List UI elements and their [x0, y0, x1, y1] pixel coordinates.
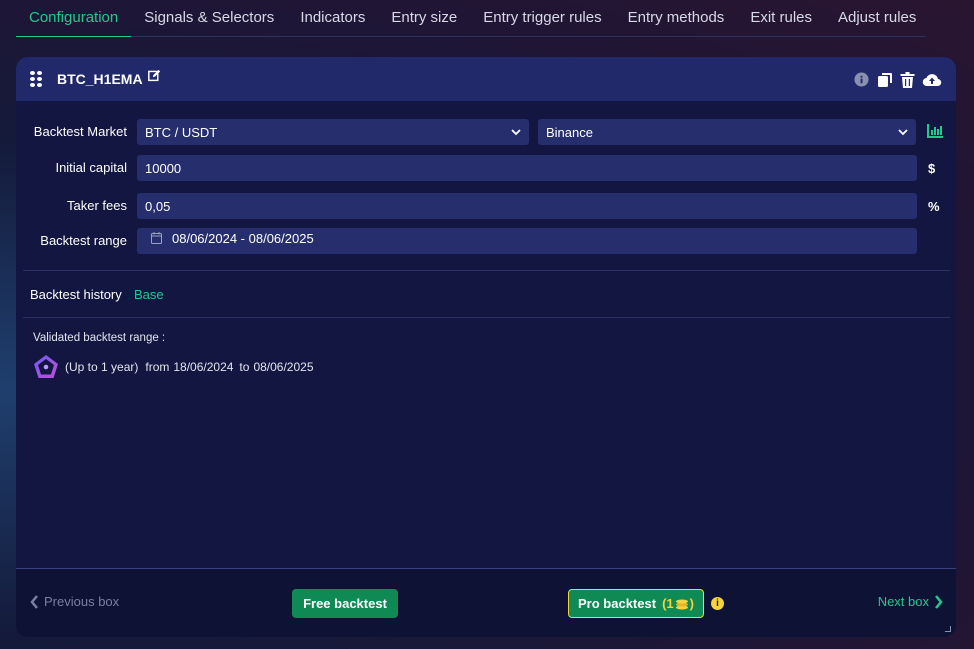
fees-unit: %	[928, 199, 940, 214]
pro-info-icon[interactable]: i	[711, 597, 724, 610]
validated-range-title: Validated backtest range :	[33, 332, 166, 344]
initial-capital-label: Initial capital	[55, 160, 127, 175]
from-date: 18/06/2024	[173, 360, 234, 374]
pentagon-badge-icon	[34, 355, 58, 378]
backtest-range-value: 08/06/2024 - 08/06/2025	[172, 230, 314, 246]
backtest-range-label: Backtest range	[40, 233, 127, 248]
initial-capital-value: 10000	[145, 161, 182, 176]
chevron-right-icon	[935, 594, 943, 609]
calendar-icon	[151, 232, 162, 244]
taker-fees-label: Taker fees	[67, 198, 127, 213]
pro-backtest-label: Pro backtest	[578, 596, 657, 611]
pro-backtest-cost: (1 )	[662, 596, 694, 611]
trash-icon[interactable]	[899, 71, 916, 88]
backtest-history-link[interactable]: Base	[134, 287, 164, 302]
exchange-value: Binance	[546, 125, 593, 140]
tab-bar: Configuration Signals & Selectors Indica…	[16, 0, 926, 37]
chart-icon[interactable]	[927, 124, 943, 138]
chevron-left-icon	[30, 594, 38, 609]
tab-adjust-rules[interactable]: Adjust rules	[825, 0, 929, 37]
backtest-market-row: Backtest Market BTC / USDT Binance	[16, 119, 956, 145]
market-pair-select[interactable]: BTC / USDT	[137, 119, 529, 145]
initial-capital-row: Initial capital 10000 $	[16, 155, 956, 181]
capital-unit: $	[928, 161, 936, 176]
pro-cost-open: (1	[662, 596, 674, 611]
previous-box-label: Previous box	[44, 594, 120, 609]
card-title: BTC_H1EMA	[57, 71, 143, 87]
edit-icon[interactable]	[147, 69, 161, 82]
tab-signals-selectors[interactable]: Signals & Selectors	[131, 0, 287, 37]
backtest-range-row: Backtest range 08/06/2024 - 08/06/2025	[16, 228, 956, 254]
tab-configuration[interactable]: Configuration	[16, 0, 132, 37]
card-header: BTC_H1EMA	[16, 57, 956, 101]
validated-range-line: (Up to 1 year) from 18/06/2024 to 08/06/…	[33, 354, 314, 380]
strategy-card: BTC_H1EMA Backtest Market BTC / USDT Bin…	[16, 57, 956, 637]
resize-handle-icon[interactable]	[945, 626, 951, 632]
tab-exit-rules[interactable]: Exit rules	[737, 0, 825, 37]
tab-indicators[interactable]: Indicators	[287, 0, 378, 37]
pro-cost-close: )	[689, 596, 694, 611]
to-label: to	[239, 360, 250, 374]
next-box-label: Next box	[877, 594, 929, 609]
chevron-down-icon	[898, 129, 908, 136]
validated-limit: (Up to 1 year)	[65, 360, 139, 374]
chevron-down-icon	[511, 129, 521, 136]
pro-backtest-button[interactable]: Pro backtest (1 )	[568, 589, 704, 618]
taker-fees-input[interactable]: 0,05	[137, 193, 917, 219]
cloud-upload-icon[interactable]	[922, 72, 942, 87]
divider	[23, 270, 950, 271]
card-footer: Previous box Free backtest Pro backtest …	[16, 568, 956, 637]
to-date: 08/06/2025	[253, 360, 314, 374]
market-pair-value: BTC / USDT	[145, 125, 218, 140]
info-icon[interactable]	[853, 72, 870, 87]
tab-entry-methods[interactable]: Entry methods	[615, 0, 738, 37]
coins-icon	[675, 599, 688, 609]
from-label: from	[145, 360, 170, 374]
backtest-market-label: Backtest Market	[33, 124, 127, 139]
backtest-history-label: Backtest history	[30, 287, 122, 302]
tab-entry-trigger-rules[interactable]: Entry trigger rules	[470, 0, 614, 37]
previous-box-button[interactable]: Previous box	[30, 594, 119, 609]
free-backtest-label: Free backtest	[303, 596, 387, 611]
tab-entry-size[interactable]: Entry size	[378, 0, 470, 37]
drag-handle-icon[interactable]	[30, 71, 42, 87]
backtest-range-input[interactable]: 08/06/2024 - 08/06/2025	[137, 228, 917, 254]
initial-capital-input[interactable]: 10000	[137, 155, 917, 181]
taker-fees-value: 0,05	[145, 199, 171, 214]
header-actions	[853, 71, 942, 88]
taker-fees-row: Taker fees 0,05 %	[16, 193, 956, 219]
duplicate-icon[interactable]	[876, 72, 893, 87]
free-backtest-button[interactable]: Free backtest	[292, 589, 398, 618]
divider	[23, 317, 950, 318]
exchange-select[interactable]: Binance	[538, 119, 916, 145]
next-box-button[interactable]: Next box	[878, 594, 943, 609]
